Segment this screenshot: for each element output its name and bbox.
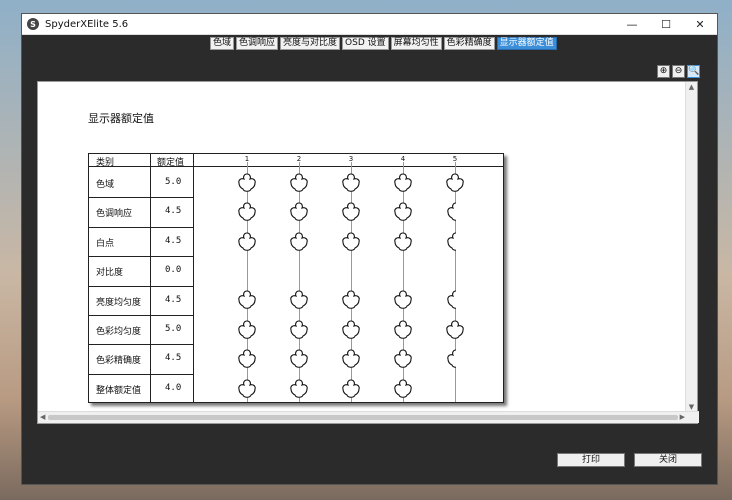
rating-header: 额定值 <box>157 158 185 168</box>
category-cell: 色域 <box>96 180 115 190</box>
tab-item[interactable]: OSD 设置 <box>342 37 389 50</box>
rating-mark-full <box>392 289 414 311</box>
row-divider <box>89 226 194 228</box>
rating-mark-full <box>444 319 466 341</box>
rating-mark-half <box>445 348 456 370</box>
row-divider <box>89 285 194 287</box>
horizontal-scrollbar[interactable]: ◀ ▶ <box>38 411 699 423</box>
rating-mark-full <box>392 348 414 370</box>
tab-item[interactable]: 屏幕均匀性 <box>390 37 442 50</box>
zoom-toolbar: ⊕ ⊖ 🔍 <box>657 65 700 78</box>
rating-cell: 4.0 <box>165 382 182 393</box>
category-header: 类别 <box>96 158 115 168</box>
row-divider <box>89 373 194 375</box>
rating-cell: 0.0 <box>165 265 182 276</box>
rating-mark-full <box>340 289 362 311</box>
rating-mark-full <box>392 319 414 341</box>
tab-item[interactable]: 色域 <box>210 37 235 50</box>
rating-mark-full <box>444 172 466 194</box>
window-title: SpyderXElite 5.6 <box>45 18 129 30</box>
scroll-up-icon[interactable]: ▲ <box>686 82 697 93</box>
rating-mark-full <box>340 348 362 370</box>
rating-mark-full <box>340 378 362 400</box>
print-button[interactable]: 打印 <box>557 453 625 467</box>
row-divider <box>89 256 194 258</box>
zoom-fit-icon[interactable]: 🔍 <box>687 65 700 78</box>
rating-cell: 4.5 <box>165 206 182 217</box>
maximize-icon[interactable]: ☐ <box>649 14 683 34</box>
rating-mark-full <box>236 201 258 223</box>
rating-mark-full <box>340 201 362 223</box>
vertical-scrollbar[interactable]: ▲ ▼ <box>685 82 697 413</box>
category-cell: 对比度 <box>96 268 124 279</box>
title-bar: S SpyderXElite 5.6 — ☐ ✕ <box>22 14 717 35</box>
rating-mark-half <box>445 201 456 223</box>
rating-mark-half <box>445 231 456 253</box>
rating-mark-full <box>236 231 258 253</box>
tab-item[interactable]: 亮度与对比度 <box>280 37 341 50</box>
tab-item[interactable]: 显示器额定值 <box>496 37 557 50</box>
rating-mark-full <box>288 319 310 341</box>
scroll-thumb[interactable] <box>48 415 678 420</box>
category-cell: 色调响应 <box>96 209 133 220</box>
category-cell: 亮度均匀度 <box>96 297 142 308</box>
rating-mark-full <box>340 172 362 194</box>
rating-mark-full <box>236 289 258 311</box>
row-divider <box>89 197 194 199</box>
rating-mark-full <box>340 319 362 341</box>
category-cell: 白点 <box>96 238 115 249</box>
zoom-out-icon[interactable]: ⊖ <box>672 65 685 78</box>
tab-item[interactable]: 色调响应 <box>236 37 279 50</box>
rating-cell: 5.0 <box>165 324 182 334</box>
minimize-icon[interactable]: — <box>615 14 649 34</box>
tab-bar: 色域 色调响应 亮度与对比度 OSD 设置 屏幕均匀性 色彩精确度 显示器额定值 <box>210 37 559 50</box>
rating-mark-full <box>288 231 310 253</box>
rating-mark-full <box>236 378 258 400</box>
zoom-in-icon[interactable]: ⊕ <box>657 65 670 78</box>
tab-item[interactable]: 色彩精确度 <box>443 37 495 50</box>
category-cell: 色彩均匀度 <box>96 327 142 337</box>
rating-mark-full <box>392 231 414 253</box>
app-logo-icon: S <box>27 18 39 30</box>
rating-mark-full <box>288 289 310 311</box>
rating-cell: 4.5 <box>165 353 182 364</box>
rating-mark-full <box>288 378 310 400</box>
category-cell: 色彩精确度 <box>96 356 142 367</box>
category-cell: 整体额定值 <box>96 385 142 396</box>
rating-mark-full <box>236 172 258 194</box>
scroll-left-icon[interactable]: ◀ <box>40 412 45 423</box>
rating-mark-half <box>445 289 456 311</box>
rating-mark-full <box>288 348 310 370</box>
report-viewer: 显示器额定值 类别 额定值 1 2 3 4 5 色域 5.0 色调响应 4.5 白点 4.5 对比度 0… <box>37 81 699 424</box>
column-divider <box>193 154 194 402</box>
row-divider <box>89 315 194 316</box>
app-window: S SpyderXElite 5.6 — ☐ ✕ 色域 色调响应 亮度与对比度 OSD… <box>21 13 718 485</box>
column-divider <box>150 154 151 402</box>
rating-mark-full <box>288 201 310 223</box>
rating-mark-full <box>392 201 414 223</box>
rating-mark-full <box>236 348 258 370</box>
rating-mark-full <box>288 172 310 194</box>
rating-table: 类别 额定值 1 2 3 4 5 色域 5.0 色调响应 4.5 白点 4.5 对比度 0.0 亮度均匀度… <box>88 153 504 403</box>
page-title: 显示器额定值 <box>88 112 154 125</box>
rating-mark-full <box>392 172 414 194</box>
rating-cell: 5.0 <box>165 177 182 187</box>
scroll-right-icon[interactable]: ▶ <box>680 412 685 423</box>
rating-mark-full <box>392 378 414 400</box>
close-button[interactable]: 关闭 <box>634 453 702 467</box>
rating-cell: 4.5 <box>165 235 182 246</box>
rating-mark-full <box>340 231 362 253</box>
rating-cell: 4.5 <box>165 294 182 305</box>
row-divider <box>89 344 194 346</box>
rating-mark-full <box>236 319 258 341</box>
close-icon[interactable]: ✕ <box>683 14 717 34</box>
